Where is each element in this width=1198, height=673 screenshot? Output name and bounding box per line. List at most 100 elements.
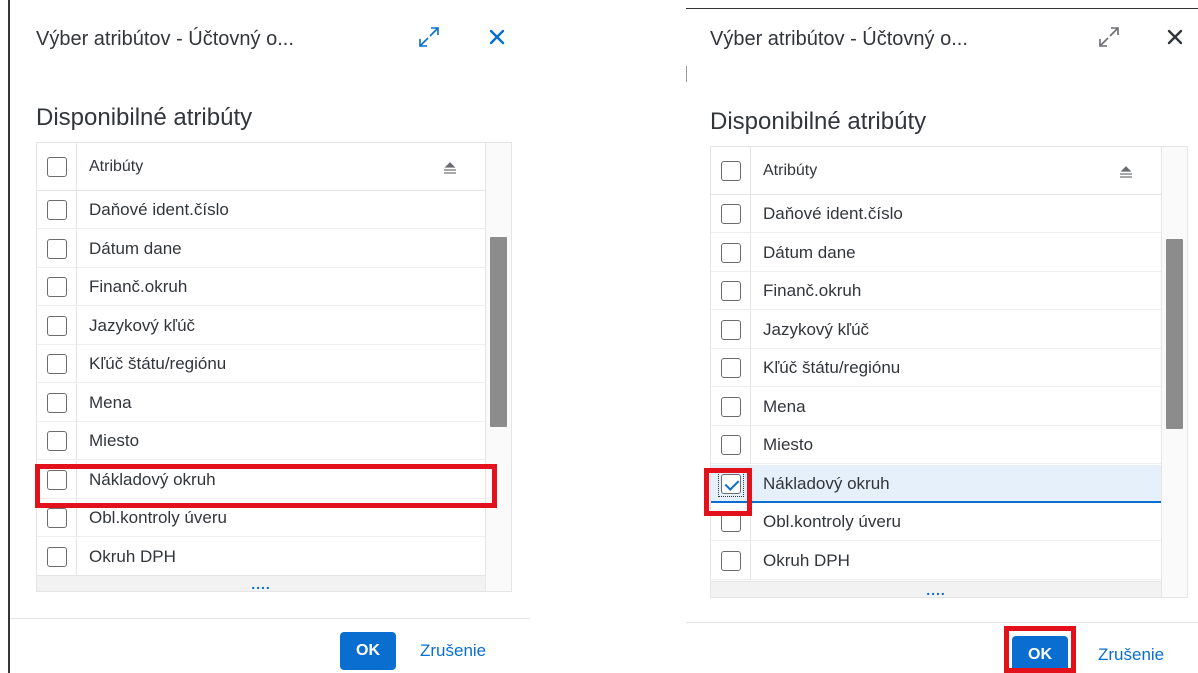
column-divider (750, 272, 751, 310)
table-row[interactable]: Miesto (37, 422, 485, 460)
column-divider (750, 541, 751, 580)
expand-icon[interactable] (414, 22, 444, 52)
column-divider (750, 387, 751, 426)
row-label: Finanč.okruh (763, 281, 862, 300)
dialog-edge-mark (686, 66, 687, 82)
table-row[interactable]: Nákladový okruh (711, 464, 1161, 503)
column-divider (750, 233, 751, 272)
row-checkbox[interactable] (47, 392, 67, 413)
row-label: Miesto (763, 435, 814, 454)
scrollbar[interactable] (485, 143, 511, 591)
table-row[interactable]: Kľúč štátu/regiónu (37, 345, 485, 383)
load-more-indicator[interactable]: .... (711, 581, 1161, 597)
column-divider (76, 143, 77, 191)
row-checkbox[interactable] (721, 512, 741, 532)
column-divider (750, 426, 751, 464)
row-checkbox[interactable] (47, 431, 67, 451)
column-divider (76, 191, 77, 229)
row-checkbox[interactable] (721, 242, 741, 263)
section-title: Disponibilné atribúty (36, 104, 253, 131)
row-label: Kľúč štátu/regiónu (89, 354, 227, 373)
close-icon[interactable] (482, 22, 512, 52)
row-checkbox[interactable] (721, 435, 741, 455)
sort-icon[interactable] (443, 161, 457, 179)
row-checkbox[interactable] (721, 550, 741, 571)
cancel-button[interactable]: Zrušenie (420, 632, 486, 670)
table-row[interactable]: Dátum dane (711, 233, 1161, 272)
row-checkbox[interactable] (721, 396, 741, 417)
scrollbar[interactable] (1161, 147, 1187, 597)
table-row[interactable]: Okruh DPH (37, 537, 485, 576)
attributes-table: Atribúty Daňové ident.číslo Dátum dane Fin… (36, 142, 512, 592)
table-row[interactable]: Jazykový kľúč (37, 306, 485, 345)
column-divider (76, 268, 77, 306)
cancel-button[interactable]: Zrušenie (1098, 636, 1164, 673)
table-row[interactable]: Jazykový kľúč (711, 310, 1161, 349)
checkbox-focus-outline (718, 470, 744, 497)
row-checkbox[interactable] (721, 319, 741, 340)
row-checkbox[interactable] (47, 277, 67, 297)
row-label: Kľúč štátu/regiónu (763, 358, 901, 377)
row-checkbox[interactable] (47, 546, 67, 567)
table-row[interactable]: Finanč.okruh (711, 272, 1161, 310)
scrollbar-thumb[interactable] (1166, 239, 1183, 429)
row-checkbox[interactable] (721, 204, 741, 224)
scrollbar-thumb[interactable] (490, 237, 507, 427)
table-row[interactable]: Miesto (711, 426, 1161, 464)
close-icon[interactable] (1160, 22, 1190, 52)
row-label: Daňové ident.číslo (763, 204, 903, 223)
row-label: Dátum dane (89, 238, 182, 258)
row-checkbox[interactable] (47, 200, 67, 220)
select-all-checkbox[interactable] (47, 157, 67, 177)
column-divider (76, 499, 77, 537)
table-header: Atribúty (37, 143, 485, 191)
table-row[interactable]: Okruh DPH (711, 541, 1161, 580)
row-label: Finanč.okruh (89, 277, 188, 296)
table-header: Atribúty (711, 147, 1161, 195)
column-divider (750, 464, 751, 503)
expand-icon[interactable] (1094, 22, 1124, 52)
row-label: Okruh DPH (89, 546, 176, 566)
column-divider (76, 306, 77, 345)
row-checkbox[interactable] (47, 238, 67, 259)
table-row[interactable]: Kľúč štátu/regiónu (711, 349, 1161, 387)
column-divider (750, 195, 751, 233)
column-divider (750, 349, 751, 387)
row-checkbox[interactable] (47, 354, 67, 374)
select-all-checkbox[interactable] (721, 161, 741, 181)
column-divider (76, 383, 77, 422)
column-divider (76, 345, 77, 383)
footer-divider (686, 622, 1198, 623)
row-label: Jazykový kľúč (89, 315, 196, 335)
column-header-attributes[interactable]: Atribúty (89, 143, 143, 191)
table-row[interactable]: Obl.kontroly úveru (37, 499, 485, 537)
row-label: Dátum dane (763, 242, 856, 262)
column-divider (76, 537, 77, 576)
row-checkbox[interactable] (47, 508, 67, 528)
table-row[interactable]: Mena (37, 383, 485, 422)
table-row[interactable]: Daňové ident.číslo (37, 191, 485, 229)
table-row[interactable]: Finanč.okruh (37, 268, 485, 306)
ok-button[interactable]: OK (340, 632, 396, 670)
table-row[interactable]: Obl.kontroly úveru (711, 503, 1161, 541)
table-row[interactable]: Dátum dane (37, 229, 485, 268)
row-checkbox[interactable] (721, 358, 741, 378)
row-label: Nákladový okruh (89, 469, 216, 489)
attribute-selection-dialog-before: Výber atribútov - Účtovný o... Disponibi… (0, 0, 530, 673)
load-more-indicator[interactable]: .... (37, 575, 485, 591)
table-row[interactable]: Mena (711, 387, 1161, 426)
row-checkbox[interactable] (47, 315, 67, 336)
row-checkbox[interactable] (721, 281, 741, 301)
table-row[interactable]: Daňové ident.číslo (711, 195, 1161, 233)
dialog-border (8, 0, 10, 673)
footer-divider (10, 618, 530, 619)
row-label: Obl.kontroly úveru (89, 508, 227, 527)
column-divider (76, 229, 77, 268)
table-row[interactable]: Nákladový okruh (37, 460, 485, 499)
ok-button[interactable]: OK (1012, 636, 1068, 673)
column-divider (76, 422, 77, 460)
column-header-attributes[interactable]: Atribúty (763, 147, 817, 195)
row-label: Mena (89, 392, 132, 412)
row-checkbox[interactable] (47, 469, 67, 490)
sort-icon[interactable] (1119, 165, 1133, 183)
